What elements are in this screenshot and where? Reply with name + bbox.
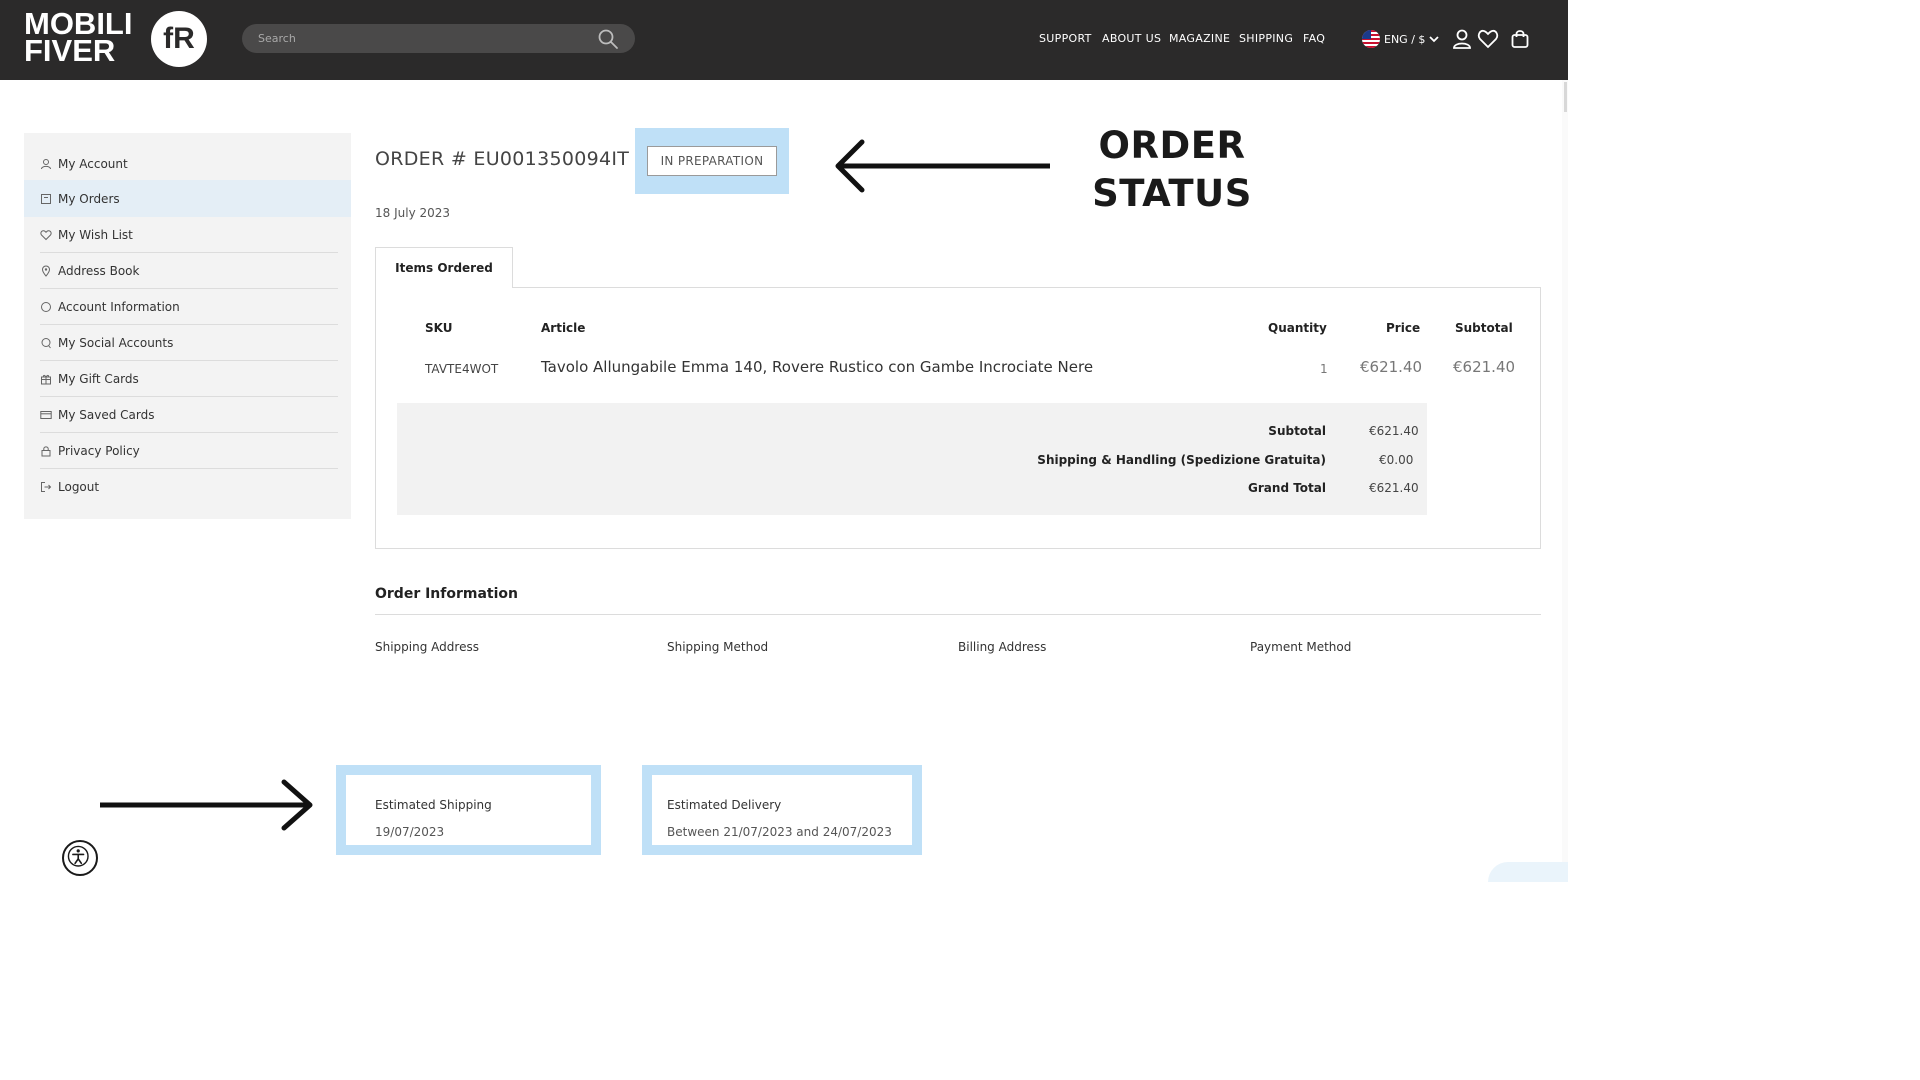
chevron-down-icon <box>1429 36 1440 43</box>
nav-about-us[interactable]: ABOUT US <box>1102 32 1161 46</box>
search-input[interactable] <box>258 29 588 48</box>
site-header: MOBILI FIVER fR SUPPORT ABOUT US MAGAZIN… <box>0 0 1568 80</box>
billing-address-label: Billing Address <box>958 640 1047 654</box>
heart-icon <box>40 229 52 240</box>
language-label: ENG / $ <box>1384 32 1426 46</box>
sidebar-item-my-orders[interactable]: My Orders <box>24 180 351 217</box>
sidebar-item-my-account[interactable]: My Account <box>40 146 338 182</box>
search-icon[interactable] <box>597 28 619 50</box>
order-totals: Subtotal Shipping & Handling (Spedizione… <box>397 403 1427 515</box>
annotation-line-2: STATUS <box>1092 172 1252 215</box>
shipping-method-label: Shipping Method <box>667 640 769 654</box>
scrollbar-thumb[interactable] <box>1564 82 1567 112</box>
item-price: €621.40 <box>1360 358 1423 376</box>
chat-icon <box>41 337 51 348</box>
order-page: MOBILI FIVER fR SUPPORT ABOUT US MAGAZIN… <box>0 0 1568 882</box>
item-quantity: 1 <box>1320 362 1328 376</box>
status-highlight: IN PREPARATION <box>635 128 789 194</box>
item-subtotal: €621.40 <box>1453 358 1516 376</box>
user-icon[interactable] <box>1451 28 1473 50</box>
column-header-price: Price <box>1386 321 1421 335</box>
sidebar-item-label: Address Book <box>58 263 140 278</box>
sidebar-item-label: Privacy Policy <box>58 443 140 458</box>
estimated-delivery-label: Estimated Delivery <box>667 798 782 812</box>
totals-shipping-value: €0.00 <box>1379 453 1414 467</box>
circle-icon <box>41 301 51 312</box>
estimated-shipping-card: Estimated Shipping 19/07/2023 <box>346 775 591 845</box>
arrow-right-icon <box>100 779 313 831</box>
logo-line-2: FIVER <box>24 33 116 68</box>
gift-icon <box>41 374 51 384</box>
sidebar-item-label: My Gift Cards <box>58 371 139 386</box>
totals-shipping-label: Shipping & Handling (Spedizione Gratuita… <box>1037 453 1326 467</box>
sidebar-item-my-social-accounts[interactable]: My Social Accounts <box>40 325 338 361</box>
chat-widget-edge <box>1488 862 1568 882</box>
sidebar-item-my-saved-cards[interactable]: My Saved Cards <box>40 397 338 433</box>
order-date: 18 July 2023 <box>375 206 451 220</box>
card-icon <box>40 410 52 419</box>
estimated-shipping-label: Estimated Shipping <box>375 798 492 812</box>
item-sku: TAVTE4WOT <box>425 362 499 376</box>
annotation-order-status: ORDER STATUS <box>1080 122 1264 218</box>
estimated-shipping-highlight: Estimated Shipping 19/07/2023 <box>336 765 601 855</box>
sidebar-item-label: My Account <box>58 156 128 171</box>
item-article[interactable]: Tavolo Allungabile Emma 140, Rovere Rust… <box>541 358 1093 376</box>
sidebar-item-label: My Orders <box>58 191 120 206</box>
annotation-line-1: ORDER <box>1098 124 1246 167</box>
bag-icon[interactable] <box>1509 28 1531 50</box>
sidebar-item-label: My Wish List <box>58 227 133 242</box>
accessibility-icon[interactable] <box>62 840 98 876</box>
totals-subtotal-value: €621.40 <box>1369 424 1419 438</box>
location-pin-icon <box>41 264 51 277</box>
divider <box>375 614 1541 615</box>
estimated-shipping-value: 19/07/2023 <box>375 825 445 839</box>
totals-grand-total-label: Grand Total <box>1248 481 1326 495</box>
order-status-badge: IN PREPARATION <box>647 146 777 176</box>
sidebar-item-address-book[interactable]: Address Book <box>40 253 338 289</box>
payment-method-label: Payment Method <box>1250 640 1352 654</box>
nav-faq[interactable]: FAQ <box>1303 32 1325 46</box>
nav-shipping[interactable]: SHIPPING <box>1239 32 1293 46</box>
logo-monogram: fR <box>163 22 195 55</box>
logout-icon <box>41 482 52 492</box>
user-icon <box>41 158 51 169</box>
sidebar-item-label: Logout <box>58 480 100 494</box>
flag-us-icon <box>1362 30 1380 48</box>
arrow-left-icon <box>835 139 1050 193</box>
sidebar-item-account-information[interactable]: Account Information <box>40 289 338 325</box>
logo-wordmark: MOBILI FIVER <box>24 8 133 68</box>
heart-icon[interactable] <box>1477 28 1499 50</box>
tab-items-ordered[interactable]: Items Ordered <box>375 247 513 288</box>
site-logo[interactable]: MOBILI FIVER fR <box>24 8 208 68</box>
column-header-quantity: Quantity <box>1268 321 1327 335</box>
shipping-address-label: Shipping Address <box>375 640 479 654</box>
column-header-sku: SKU <box>425 321 453 335</box>
sidebar-item-my-wish-list[interactable]: My Wish List <box>40 217 338 253</box>
logo-mark: fR <box>151 11 207 67</box>
sidebar-item-label: My Social Accounts <box>58 335 174 350</box>
order-title: ORDER # EU001350094IT <box>375 148 630 170</box>
estimated-delivery-value: Between 21/07/2023 and 24/07/2023 <box>667 825 892 839</box>
totals-subtotal-label: Subtotal <box>1268 424 1326 438</box>
orders-icon <box>41 193 51 204</box>
estimated-delivery-highlight: Estimated Delivery Between 21/07/2023 an… <box>642 765 922 855</box>
sidebar-item-my-gift-cards[interactable]: My Gift Cards <box>40 361 338 397</box>
page-scrollbar[interactable] <box>1562 80 1568 882</box>
sidebar-item-label: Account Information <box>58 299 180 314</box>
nav-magazine[interactable]: MAGAZINE <box>1169 32 1230 46</box>
column-header-subtotal: Subtotal <box>1455 321 1513 335</box>
order-information-title: Order Information <box>375 586 519 602</box>
language-selector[interactable]: ENG / $ <box>1362 30 1440 48</box>
lock-icon <box>41 445 51 456</box>
account-sidebar: My Account My Orders My Wish List Addres… <box>24 133 351 519</box>
search-bar <box>242 24 635 53</box>
nav-support[interactable]: SUPPORT <box>1039 32 1092 46</box>
sidebar-item-privacy-policy[interactable]: Privacy Policy <box>40 433 338 469</box>
estimated-delivery-card: Estimated Delivery Between 21/07/2023 an… <box>652 775 912 845</box>
sidebar-item-label: My Saved Cards <box>58 407 155 422</box>
sidebar-item-logout[interactable]: Logout <box>40 469 338 505</box>
column-header-article: Article <box>541 321 586 335</box>
totals-grand-total-value: €621.40 <box>1369 481 1419 495</box>
